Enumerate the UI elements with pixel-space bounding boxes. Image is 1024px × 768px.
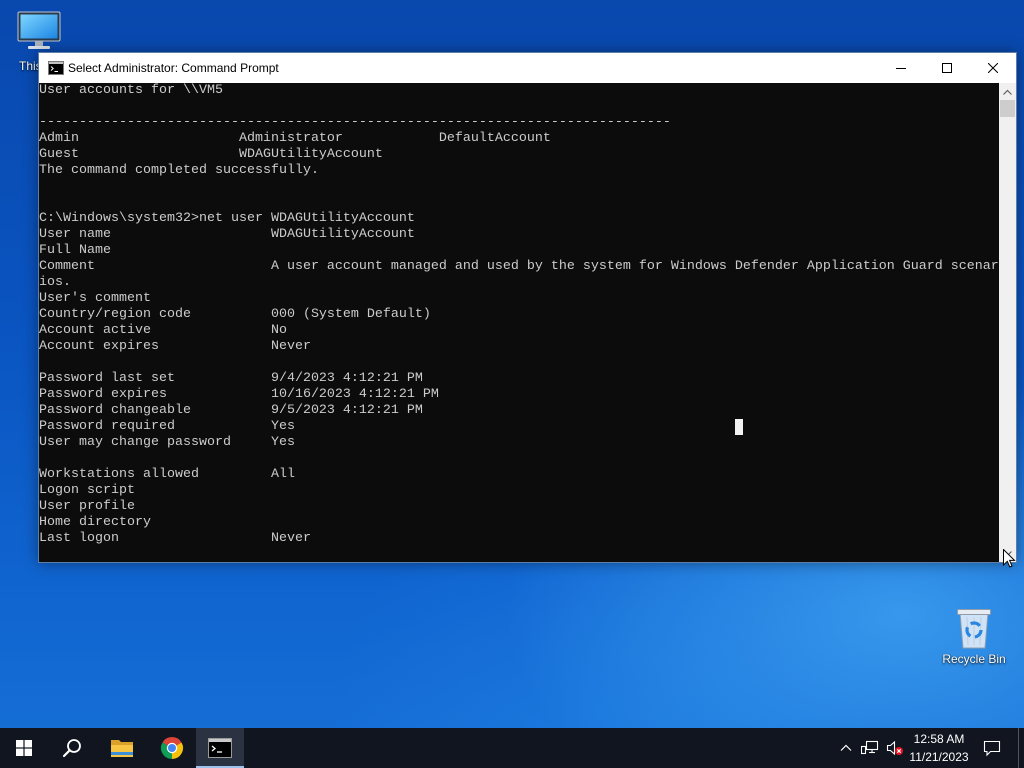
- window-title: Select Administrator: Command Prompt: [68, 61, 279, 75]
- minimize-icon: [896, 68, 906, 69]
- taskbar: 12:58 AM 11/21/2023: [0, 728, 1024, 768]
- clock-time: 12:58 AM: [913, 732, 965, 746]
- chevron-up-icon: [840, 744, 852, 751]
- console-line: Last logon Never: [39, 531, 311, 546]
- taskbar-search-button[interactable]: [48, 728, 96, 768]
- show-desktop-button[interactable]: [1018, 728, 1024, 768]
- scroll-up-button[interactable]: [999, 83, 1016, 100]
- command-prompt-icon: [208, 738, 232, 758]
- title-bar[interactable]: Select Administrator: Command Prompt: [39, 53, 1016, 83]
- console[interactable]: User accounts for \\VM5 ----------------…: [39, 83, 1016, 562]
- taskbar-command-prompt-button[interactable]: [196, 728, 244, 768]
- console-line: Full Name: [39, 243, 111, 258]
- cmd-icon[interactable]: [48, 60, 64, 76]
- console-line: Admin Administrator DefaultAccount: [39, 131, 551, 146]
- console-line: ios.: [39, 275, 71, 290]
- volume-muted-icon: [886, 740, 903, 756]
- chrome-icon: [160, 736, 184, 759]
- scroll-thumb[interactable]: [1000, 100, 1015, 117]
- console-line: User accounts for \\VM5: [39, 83, 223, 98]
- desktop-icon-recycle-bin[interactable]: Recycle Bin: [934, 598, 1014, 674]
- console-line: User profile: [39, 499, 135, 514]
- taskbar-file-explorer-button[interactable]: [98, 728, 146, 768]
- console-line: Comment A user account managed and used …: [39, 259, 999, 274]
- network-button[interactable]: [858, 728, 882, 768]
- volume-button[interactable]: [883, 728, 907, 768]
- console-line: Account active No: [39, 323, 287, 338]
- console-line: Password required Yes: [39, 419, 295, 434]
- search-icon: [62, 739, 81, 758]
- action-center-icon: [983, 740, 1001, 757]
- minimize-button[interactable]: [878, 53, 924, 83]
- windows-logo-icon: [16, 740, 32, 756]
- recycle-bin-icon: [954, 602, 994, 655]
- console-line: Password last set 9/4/2023 4:12:21 PM: [39, 371, 423, 386]
- action-center-button[interactable]: [972, 728, 1012, 768]
- scroll-up-arrow-icon: [1003, 89, 1012, 95]
- network-icon: [861, 740, 879, 755]
- mouse-pointer-icon: [1003, 548, 1016, 569]
- console-line: User may change password Yes: [39, 435, 295, 450]
- selection-cursor: [735, 419, 743, 435]
- taskbar-chrome-button[interactable]: [148, 728, 196, 768]
- vertical-scrollbar[interactable]: [999, 83, 1016, 562]
- console-line: User's comment: [39, 291, 151, 306]
- console-line: Guest WDAGUtilityAccount: [39, 147, 383, 162]
- console-line: Account expires Never: [39, 339, 311, 354]
- console-line: Password changeable 9/5/2023 4:12:21 PM: [39, 403, 423, 418]
- close-icon: [988, 63, 998, 73]
- console-line: Logon script: [39, 483, 135, 498]
- close-button[interactable]: [970, 53, 1016, 83]
- maximize-icon: [942, 63, 952, 73]
- clock[interactable]: 12:58 AM 11/21/2023: [907, 728, 971, 768]
- show-hidden-icons-button[interactable]: [834, 728, 858, 768]
- clock-date: 11/21/2023: [909, 750, 969, 764]
- console-output[interactable]: User accounts for \\VM5 ----------------…: [39, 83, 999, 562]
- file-explorer-icon: [111, 740, 133, 757]
- console-line: Country/region code 000 (System Default): [39, 307, 431, 322]
- console-line: The command completed successfully.: [39, 163, 319, 178]
- desktop-icon-label: Recycle Bin: [942, 652, 1006, 666]
- console-line: C:\Windows\system32>net user WDAGUtility…: [39, 211, 415, 226]
- maximize-button[interactable]: [924, 53, 970, 83]
- console-line: Home directory: [39, 515, 151, 530]
- start-button[interactable]: [0, 728, 48, 768]
- command-prompt-window[interactable]: Select Administrator: Command Prompt Use…: [38, 52, 1017, 563]
- console-line: ----------------------------------------…: [39, 115, 671, 130]
- console-line: User name WDAGUtilityAccount: [39, 227, 415, 242]
- console-line: Workstations allowed All: [39, 467, 295, 482]
- this-pc-icon: [16, 10, 62, 57]
- window-controls: [878, 53, 1016, 83]
- console-line: Password expires 10/16/2023 4:12:21 PM: [39, 387, 439, 402]
